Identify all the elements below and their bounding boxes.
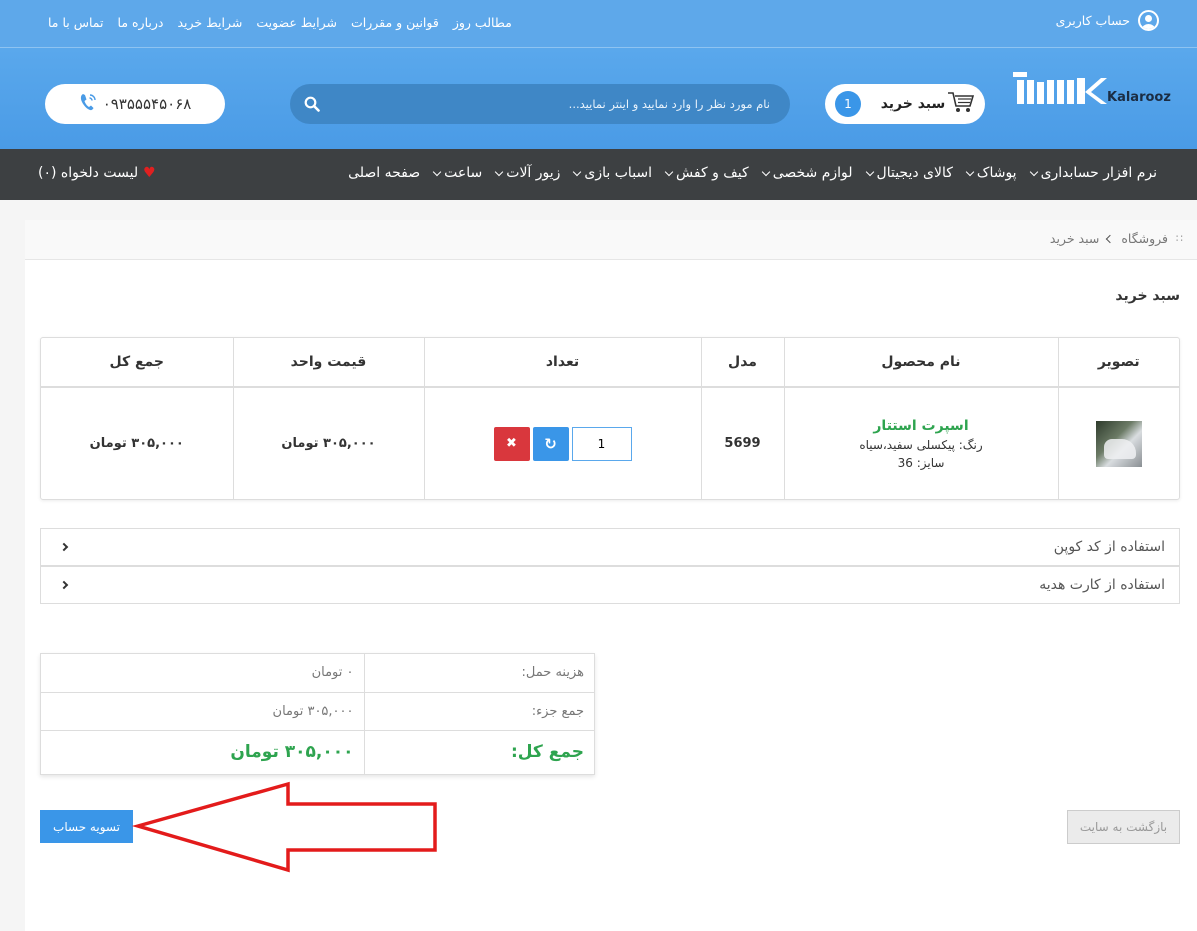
col-header-total: جمع کل xyxy=(41,338,233,388)
nav-item-label: صفحه اصلی xyxy=(348,165,421,181)
chevron-down-icon xyxy=(432,167,442,176)
nav-item-watches[interactable]: ساعت xyxy=(432,165,483,181)
nav-item-home[interactable]: صفحه اصلی xyxy=(348,165,420,181)
coupon-accordion[interactable]: استفاده از کد کوپن xyxy=(40,528,1180,566)
breadcrumb-item-shop[interactable]: فروشگاه xyxy=(1121,231,1168,246)
chevron-down-icon xyxy=(495,167,504,176)
nav-item-jewelry[interactable]: زیور آلات xyxy=(495,165,561,181)
product-option-size: سایز: 36 xyxy=(897,455,945,470)
nav-item-label: ساعت xyxy=(444,165,483,181)
nav-item-label: کالای دیجیتال xyxy=(876,165,953,181)
col-header-image: تصویر xyxy=(1057,338,1179,388)
grand-total-value: ۳۰۵,۰۰۰ تومان xyxy=(230,742,354,763)
top-link-articles[interactable]: مطالب روز xyxy=(453,15,512,30)
chevron-down-icon xyxy=(865,167,874,176)
top-link-about[interactable]: درباره ما xyxy=(118,15,164,30)
chevron-down-icon xyxy=(664,167,674,176)
refresh-icon: ↻ xyxy=(544,434,557,453)
top-bar: تماس با ما درباره ما شرایط خرید شرایط عض… xyxy=(0,0,1197,48)
quantity-controls: ✖ ↻ xyxy=(425,426,701,461)
nav-item-digital[interactable]: کالای دیجیتال xyxy=(865,165,953,181)
phone-icon xyxy=(79,92,97,116)
site-logo[interactable]: Kalarooz xyxy=(1011,68,1181,113)
wishlist-label: لیست دلخواه (۰) xyxy=(38,165,139,181)
table-row: اسپرت استتار رنگ: پیکسلی سفید،سیاه سایز:… xyxy=(41,387,1179,499)
nav-item-label: زیور آلات xyxy=(506,165,561,181)
user-icon xyxy=(1138,10,1159,31)
top-link-rules[interactable]: قوانین و مقررات xyxy=(351,15,439,30)
gift-card-accordion[interactable]: استفاده از کارت هدیه xyxy=(40,566,1180,604)
product-thumbnail[interactable] xyxy=(1095,420,1142,467)
checkout-button[interactable]: تسویه حساب xyxy=(40,810,133,843)
product-model: 5699 xyxy=(700,387,784,499)
product-option-color: رنگ: پیکسلی سفید،سیاه xyxy=(859,437,983,452)
wishlist-link[interactable]: لیست دلخواه (۰) ♥ xyxy=(38,165,156,181)
top-link-purchase-terms[interactable]: شرایط خرید xyxy=(177,15,242,30)
cart-label: سبد خرید xyxy=(880,96,946,112)
nav-item-clothing[interactable]: پوشاک xyxy=(965,165,1017,181)
update-button[interactable]: ↻ xyxy=(532,426,569,461)
main-nav: صفحه اصلی ساعت زیور آلات اسباب بازی کیف … xyxy=(0,149,1197,200)
cart-table: تصویر نام محصول مدل تعداد قیمت واحد جمع … xyxy=(40,337,1180,500)
nav-item-toys[interactable]: اسباب بازی xyxy=(573,165,653,181)
top-link-contact[interactable]: تماس با ما xyxy=(48,15,104,30)
cart-count-badge: 1 xyxy=(835,91,861,117)
nav-item-label: نرم افزار حسابداری xyxy=(1040,165,1157,181)
close-icon: ✖ xyxy=(506,436,517,451)
col-header-unit-price: قیمت واحد xyxy=(232,338,424,388)
header: Kalarooz 1 سبد خرید نام مورد نظر را وارد… xyxy=(0,48,1197,149)
nav-item-label: اسباب بازی xyxy=(584,165,653,181)
chevron-left-icon xyxy=(1106,234,1115,243)
grand-total-label: جمع کل: xyxy=(363,730,594,774)
search-icon[interactable] xyxy=(304,96,320,112)
subtotal-value: ۳۰۵,۰۰۰ تومان xyxy=(41,692,364,731)
chevron-down-icon xyxy=(965,167,975,176)
col-header-quantity: تعداد xyxy=(423,338,701,388)
row-total: ۳۰۵,۰۰۰ تومان xyxy=(89,436,184,451)
top-link-membership-terms[interactable]: شرایط عضویت xyxy=(256,15,337,30)
quantity-input[interactable] xyxy=(571,426,632,461)
search-input[interactable] xyxy=(330,84,770,124)
chevron-down-icon xyxy=(1029,167,1038,176)
back-to-site-button[interactable]: بازگشت به سایت xyxy=(1067,810,1180,844)
account-label: حساب کاربری xyxy=(1055,13,1130,28)
shopping-cart-icon xyxy=(947,90,975,118)
nav-item-bags-shoes[interactable]: کیف و کفش xyxy=(664,165,749,181)
chevron-down-icon xyxy=(573,167,582,176)
breadcrumb-item-cart[interactable]: سبد خرید xyxy=(1050,231,1099,246)
top-links: تماس با ما درباره ما شرایط خرید شرایط عض… xyxy=(48,15,512,30)
nav-item-label: کیف و کفش xyxy=(676,165,749,181)
header-cart-button[interactable]: 1 سبد خرید xyxy=(825,84,985,124)
chevron-right-icon xyxy=(59,580,69,590)
coupon-accordion-title: استفاده از کد کوپن xyxy=(1053,539,1165,555)
shipping-label: هزینه حمل: xyxy=(363,654,594,693)
remove-button[interactable]: ✖ xyxy=(493,426,530,461)
annotation-arrow xyxy=(130,780,440,873)
account-link[interactable]: حساب کاربری xyxy=(1056,10,1159,31)
chevron-right-icon xyxy=(59,542,69,552)
phone-number: ۰۹۳۵۵۵۴۵۰۶۸ xyxy=(102,95,192,113)
totals-table: هزینه حمل: ۰ تومان جمع جزء: ۳۰۵,۰۰۰ توما… xyxy=(40,653,595,775)
nav-item-accounting-software[interactable]: نرم افزار حسابداری xyxy=(1029,165,1157,181)
chevron-down-icon xyxy=(761,167,770,176)
logo-wordmark: Kalarooz xyxy=(1107,90,1171,105)
shipping-value: ۰ تومان xyxy=(41,654,364,693)
nav-menu: صفحه اصلی ساعت زیور آلات اسباب بازی کیف … xyxy=(348,165,1157,181)
nav-item-label: لوازم شخصی xyxy=(772,165,853,181)
breadcrumb: ∷ فروشگاه سبد خرید xyxy=(25,220,1197,260)
gift-card-accordion-title: استفاده از کارت هدیه xyxy=(1039,577,1165,593)
product-name-link[interactable]: اسپرت استتار xyxy=(785,418,1058,434)
unit-price: ۳۰۵,۰۰۰ تومان xyxy=(232,387,424,499)
col-header-name: نام محصول xyxy=(783,338,1058,388)
heart-icon: ♥ xyxy=(143,165,156,181)
breadcrumb-handle-icon: ∷ xyxy=(1176,232,1183,245)
nav-item-personal[interactable]: لوازم شخصی xyxy=(761,165,853,181)
subtotal-label: جمع جزء: xyxy=(363,692,594,731)
page-title: سبد خرید xyxy=(1115,288,1180,304)
search-box xyxy=(290,84,790,124)
nav-item-label: پوشاک xyxy=(976,165,1017,181)
col-header-model: مدل xyxy=(700,338,784,388)
phone-box[interactable]: ۰۹۳۵۵۵۴۵۰۶۸ xyxy=(45,84,225,124)
